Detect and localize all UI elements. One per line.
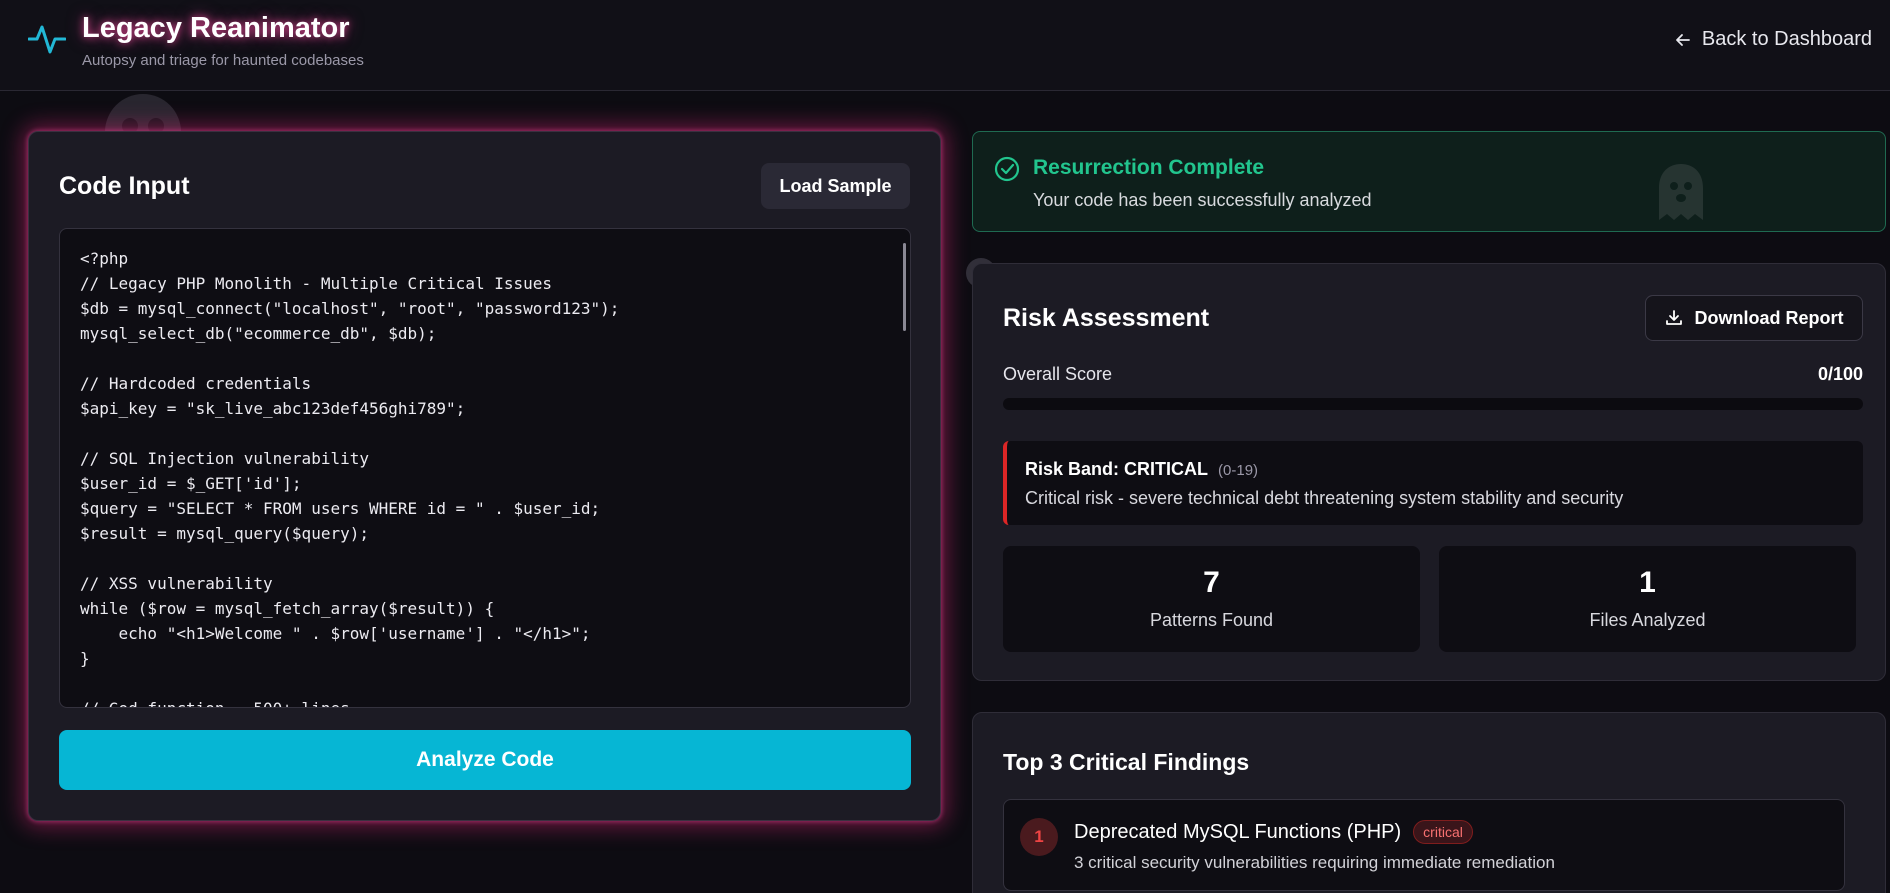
code-line: } <box>80 649 90 668</box>
code-line: $result = mysql_query($query); <box>80 524 369 543</box>
risk-band-label: Risk Band: CRITICAL <box>1025 459 1209 479</box>
status-message: Your code has been successfully analyzed <box>1033 190 1372 210</box>
download-report-button[interactable]: Download Report <box>1645 295 1863 341</box>
code-content: <?php // Legacy PHP Monolith - Multiple … <box>80 246 890 707</box>
patterns-found-stat: 7 Patterns Found <box>1003 546 1420 652</box>
app-header: Legacy Reanimator Autopsy and triage for… <box>0 0 1890 91</box>
overall-score-label: Overall Score <box>1003 364 1113 384</box>
code-input-card: Code Input Load Sample <?php // Legacy P… <box>28 131 941 821</box>
critical-findings-card: Top 3 Critical Findings 1 Deprecated MyS… <box>972 712 1886 893</box>
load-sample-button[interactable]: Load Sample <box>761 163 910 209</box>
risk-band-description: Critical risk - severe technical debt th… <box>1025 488 1624 508</box>
files-analyzed-stat: 1 Files Analyzed <box>1439 546 1856 652</box>
check-circle-icon <box>994 156 1020 182</box>
risk-assessment-card: Risk Assessment Download Report Overall … <box>972 263 1886 681</box>
stat-value: 7 <box>1203 566 1220 599</box>
code-line: $api_key = "sk_live_abc123def456ghi789"; <box>80 399 466 418</box>
code-line: // SQL Injection vulnerability <box>80 449 369 468</box>
back-to-dashboard-link[interactable]: Back to Dashboard <box>1674 28 1872 51</box>
code-editor[interactable]: <?php // Legacy PHP Monolith - Multiple … <box>59 228 911 708</box>
status-title: Resurrection Complete <box>1033 156 1265 179</box>
finding-description: 3 critical security vulnerabilities requ… <box>1074 853 1555 872</box>
download-report-label: Download Report <box>1694 307 1844 328</box>
pulse-icon <box>28 25 66 54</box>
back-link-label: Back to Dashboard <box>1701 28 1872 50</box>
code-line: // God function - 500+ lines <box>80 696 890 707</box>
stat-label: Patterns Found <box>1149 610 1274 630</box>
code-line: $query = "SELECT * FROM users WHERE id =… <box>80 499 601 518</box>
code-scrollbar[interactable] <box>903 243 906 331</box>
finding-rank-badge: 1 <box>1020 818 1058 856</box>
risk-band-panel: Risk Band: CRITICAL (0-19) Critical risk… <box>1003 441 1863 525</box>
risk-band-range: (0-19) <box>1218 462 1259 479</box>
stat-value: 1 <box>1639 566 1656 599</box>
resurrection-status-banner: Resurrection Complete Your code has been… <box>972 131 1886 232</box>
download-icon <box>1665 310 1682 325</box>
stat-label: Files Analyzed <box>1589 610 1706 630</box>
code-line: $db = mysql_connect("localhost", "root",… <box>80 299 620 318</box>
app-subtitle: Autopsy and triage for haunted codebases <box>82 52 364 69</box>
analyze-code-button[interactable]: Analyze Code <box>59 730 911 790</box>
code-line: while ($row = mysql_fetch_array($result)… <box>80 599 495 618</box>
risk-assessment-title: Risk Assessment <box>1003 304 1210 332</box>
code-line: mysql_select_db("ecommerce_db", $db); <box>80 324 437 343</box>
code-line: <?php <box>80 249 129 268</box>
code-line: // XSS vulnerability <box>80 574 273 593</box>
findings-title: Top 3 Critical Findings <box>1003 749 1250 775</box>
severity-badge: critical <box>1413 820 1473 844</box>
finding-name: Deprecated MySQL Functions (PHP) <box>1074 820 1402 843</box>
skull-icon <box>105 94 181 132</box>
code-line: // Hardcoded credentials <box>80 374 312 393</box>
overall-score-value: 0/100 <box>1817 364 1863 384</box>
overall-score-bar <box>1003 398 1863 410</box>
code-line: $user_id = $_GET['id']; <box>80 474 302 493</box>
code-line: // Legacy PHP Monolith - Multiple Critic… <box>80 274 553 293</box>
ghost-icon <box>1659 164 1703 220</box>
app-title: Legacy Reanimator <box>82 12 350 44</box>
code-input-title: Code Input <box>59 172 190 200</box>
arrow-left-icon <box>1675 33 1690 46</box>
finding-item[interactable]: 1 Deprecated MySQL Functions (PHP) criti… <box>1003 799 1845 891</box>
code-line: echo "<h1>Welcome " . $row['username'] .… <box>80 624 591 643</box>
